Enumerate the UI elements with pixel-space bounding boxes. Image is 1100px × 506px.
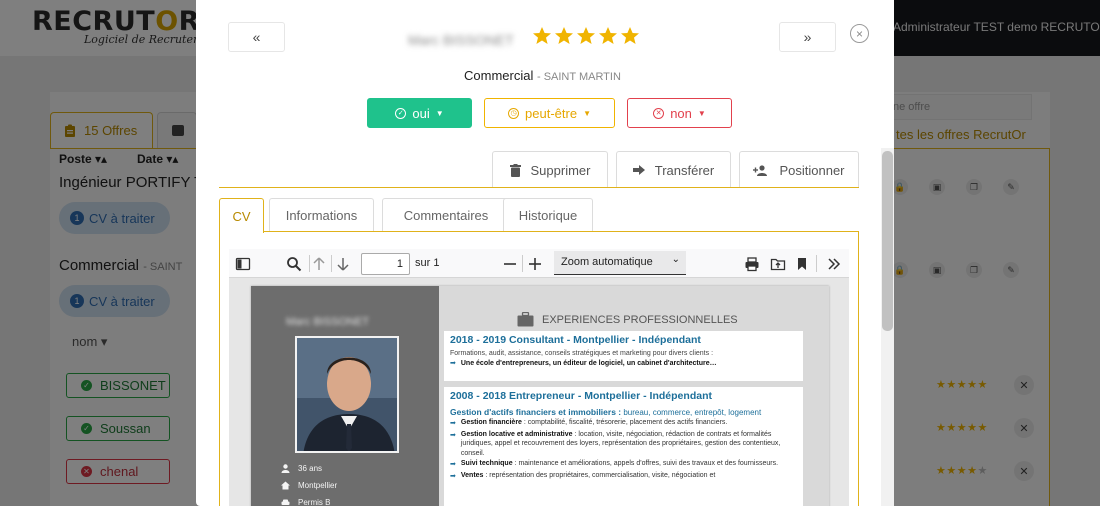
pdf-viewer[interactable]: Marc BISSONET 36 ans Montpellier Permis …: [229, 278, 849, 506]
pdf-toolbar: 1 sur 1 Zoom automatique ⌄: [229, 249, 849, 278]
cv-city-row: Montpellier: [281, 481, 337, 490]
position-button[interactable]: Positionner: [739, 151, 859, 188]
x-circle-icon: ✕: [653, 107, 665, 119]
trash-icon: [509, 163, 521, 177]
arrow-right-icon: [632, 165, 645, 175]
decision-non-button[interactable]: ✕ non ▼: [627, 98, 732, 128]
page-count: sur 1: [415, 257, 440, 269]
arrow-right-icon: ➡: [450, 431, 456, 439]
cv-age-row: 36 ans: [281, 464, 322, 473]
toolbar-separator: [816, 255, 817, 272]
print-icon[interactable]: [743, 253, 761, 274]
cv-experience-block: 2008 - 2018 Entrepreneur - Montpellier -…: [444, 387, 803, 506]
zoom-in-icon[interactable]: [526, 253, 544, 274]
candidate-rating-stars[interactable]: [532, 26, 640, 46]
previous-page-icon[interactable]: [310, 253, 328, 274]
star-icon[interactable]: [554, 26, 574, 46]
arrow-right-icon: ➡: [450, 420, 456, 427]
cv-bullet: ➡ Ventes : représentation des propriétair…: [450, 471, 716, 480]
tab-informations[interactable]: Informations: [269, 198, 374, 232]
user-plus-icon: [753, 164, 768, 176]
search-icon[interactable]: [285, 253, 303, 274]
modal-scrollbar-thumb[interactable]: [882, 151, 893, 331]
open-file-icon[interactable]: [769, 253, 787, 274]
star-icon[interactable]: [576, 26, 596, 46]
tab-pane-border: [219, 231, 220, 506]
tools-menu-icon[interactable]: [825, 253, 843, 274]
arrow-right-icon: ➡: [450, 461, 456, 468]
delete-button[interactable]: Supprimer: [492, 151, 608, 188]
tabs-divider: [219, 231, 859, 232]
cv-candidate-name: Marc BISSONET: [286, 316, 370, 328]
arrow-right-icon: ➡: [450, 472, 456, 480]
candidate-photo: [295, 336, 399, 453]
sidebar-toggle-icon[interactable]: [234, 253, 252, 274]
user-icon: [281, 464, 290, 473]
cv-section-title: EXPERIENCES PROFESSIONNELLES: [517, 312, 738, 327]
candidate-name: Marc BISSONET: [408, 32, 514, 48]
zoom-select[interactable]: Zoom automatique ⌄: [554, 251, 686, 275]
star-icon[interactable]: [598, 26, 618, 46]
cv-main-column: EXPERIENCES PROFESSIONNELLES 2018 - 2019…: [439, 286, 829, 506]
cv-bullet: ➡ Gestion financière : comptabilité, fisc…: [450, 419, 728, 427]
star-icon[interactable]: [620, 26, 640, 46]
tab-commentaires[interactable]: Commentaires: [382, 198, 510, 232]
clock-icon: ◷: [508, 107, 520, 119]
decision-oui-button[interactable]: ✓ oui ▼: [367, 98, 472, 128]
transfer-button[interactable]: Transférer: [616, 151, 731, 188]
cv-bullet: ➡ Suivi technique : maintenance et amélio…: [450, 460, 779, 468]
previous-candidate-button[interactable]: «: [228, 22, 285, 52]
pdf-page: Marc BISSONET 36 ans Montpellier Permis …: [251, 286, 829, 506]
check-circle-icon: ✓: [395, 107, 407, 119]
candidate-modal: « Marc BISSONET » × Commercial - SAINT M…: [196, 0, 894, 506]
arrow-right-icon: ➡: [450, 360, 456, 367]
briefcase-icon: [517, 312, 534, 327]
chevron-down-icon: ⌄: [671, 254, 680, 265]
caret-down-icon: ▼: [435, 108, 444, 118]
actions-divider: [219, 187, 859, 188]
cv-license-row: Permis B: [281, 498, 330, 506]
close-modal-button[interactable]: ×: [850, 24, 869, 43]
toolbar-separator: [522, 255, 523, 272]
home-icon: [281, 481, 290, 490]
toolbar-separator: [331, 255, 332, 272]
cv-bullet: ➡ Gestion locative et administrative : lo…: [450, 430, 781, 457]
caret-down-icon: ▼: [697, 108, 706, 118]
tab-historique[interactable]: Historique: [503, 198, 593, 232]
job-offer-line: Commercial - SAINT MARTIN: [464, 68, 621, 83]
zoom-out-icon[interactable]: [501, 253, 519, 274]
next-candidate-button[interactable]: »: [779, 22, 836, 52]
page-number-input[interactable]: 1: [361, 253, 410, 275]
decision-maybe-button[interactable]: ◷ peut-être ▼: [484, 98, 615, 128]
cv-experience-block: 2018 - 2019 Consultant - Montpellier - I…: [444, 331, 803, 381]
bookmark-icon[interactable]: [793, 253, 811, 274]
tab-cv[interactable]: CV: [219, 198, 264, 233]
car-icon: [281, 499, 290, 505]
star-icon[interactable]: [532, 26, 552, 46]
caret-down-icon: ▼: [583, 108, 591, 118]
next-page-icon[interactable]: [334, 253, 352, 274]
cv-sidebar: Marc BISSONET 36 ans Montpellier Permis …: [251, 286, 439, 506]
tab-pane-border: [858, 231, 859, 506]
